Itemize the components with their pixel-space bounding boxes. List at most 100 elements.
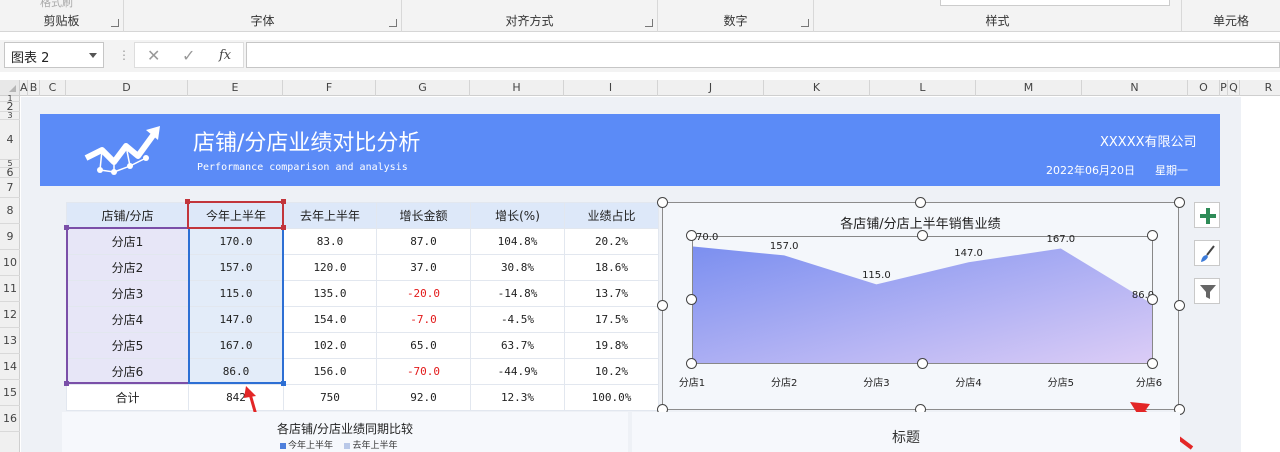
header-cell[interactable]: 增长(%) [470,202,565,229]
range-handle[interactable] [185,199,190,204]
header-cell[interactable]: 去年上半年 [283,202,377,229]
resize-handle[interactable] [657,300,668,311]
enter-icon[interactable]: ✓ [182,46,195,65]
row-header[interactable]: 8 [0,198,20,224]
column-header[interactable]: H [470,80,564,96]
plot-resize-handle[interactable] [1147,358,1158,369]
chart-elements-button[interactable] [1194,202,1220,228]
style-gallery[interactable] [940,0,1170,6]
column-header[interactable]: A [20,80,28,96]
column-header[interactable]: E [188,80,283,96]
x-axis-label[interactable]: 分店1 [679,374,705,389]
plot-resize-handle[interactable] [686,294,697,305]
last-cell[interactable]: 83.0 [283,228,377,255]
plot-resize-handle[interactable] [686,358,697,369]
x-axis-label[interactable]: 分店2 [771,374,797,389]
x-axis-label[interactable]: 分店5 [1048,374,1074,389]
share-cell[interactable]: 13.7% [564,280,659,307]
x-axis-label[interactable]: 分店3 [863,374,889,389]
growth-cell[interactable]: -7.0 [376,306,471,333]
total-growth-cell[interactable]: 92.0 [376,384,471,411]
store-cell[interactable]: 分店3 [66,280,189,307]
row-header[interactable]: 3 [0,112,20,120]
current-cell[interactable]: 167.0 [188,332,284,359]
column-header[interactable]: K [764,80,870,96]
plot-resize-handle[interactable] [917,358,928,369]
share-cell[interactable]: 20.2% [564,228,659,255]
insert-function-icon[interactable]: fx [219,48,231,63]
formula-input[interactable] [246,42,1280,68]
store-cell[interactable]: 分店5 [66,332,189,359]
total-last-cell[interactable]: 750 [283,384,377,411]
last-cell[interactable]: 154.0 [283,306,377,333]
row-header[interactable]: 6 [0,167,20,178]
plot-area[interactable] [692,236,1153,364]
column-header[interactable]: G [376,80,470,96]
last-cell[interactable]: 120.0 [283,254,377,281]
column-header[interactable]: J [658,80,764,96]
resize-handle[interactable] [657,197,668,208]
current-cell[interactable]: 115.0 [188,280,284,307]
row-header[interactable]: 14 [0,354,20,380]
dialog-launcher-icon[interactable] [111,19,119,27]
header-cell[interactable]: 店铺/分店 [66,202,189,229]
store-cell[interactable]: 分店6 [66,358,189,385]
row-header[interactable]: 15 [0,380,20,406]
growth-pct-cell[interactable]: 104.8% [470,228,565,255]
chevron-down-icon[interactable] [89,53,97,58]
column-header[interactable]: N [1082,80,1188,96]
column-header[interactable]: M [976,80,1082,96]
last-cell[interactable]: 156.0 [283,358,377,385]
resize-handle[interactable] [915,197,926,208]
row-header[interactable]: 12 [0,302,20,328]
row-header[interactable]: 4 [0,120,20,160]
growth-cell[interactable]: 65.0 [376,332,471,359]
growth-pct-cell[interactable]: 30.8% [470,254,565,281]
column-header[interactable]: I [564,80,658,96]
store-cell[interactable]: 分店2 [66,254,189,281]
row-header[interactable]: 11 [0,276,20,302]
share-cell[interactable]: 18.6% [564,254,659,281]
share-cell[interactable]: 17.5% [564,306,659,333]
header-cell[interactable]: 业绩占比 [564,202,659,229]
total-growth-pct-cell[interactable]: 12.3% [470,384,565,411]
plot-resize-handle[interactable] [1147,294,1158,305]
data-label[interactable]: 167.0 [1046,234,1075,245]
last-cell[interactable]: 135.0 [283,280,377,307]
range-handle[interactable] [281,381,286,386]
row-header[interactable]: 9 [0,224,20,250]
growth-cell[interactable]: -20.0 [376,280,471,307]
column-header[interactable]: C [40,80,66,96]
resize-handle[interactable] [1174,197,1185,208]
range-handle[interactable] [281,199,286,204]
column-header[interactable]: B [28,80,40,96]
column-header[interactable]: R [1240,80,1280,96]
column-header[interactable]: Q [1228,80,1240,96]
drag-handle-icon[interactable]: ⋮ [118,48,130,62]
current-cell[interactable]: 147.0 [188,306,284,333]
range-handle[interactable] [64,225,69,230]
cancel-icon[interactable]: ✕ [147,46,160,65]
header-cell[interactable]: 今年上半年 [188,202,284,229]
growth-cell[interactable]: 87.0 [376,228,471,255]
data-label[interactable]: 157.0 [770,241,799,252]
row-header[interactable]: 13 [0,328,20,354]
plot-resize-handle[interactable] [686,230,697,241]
growth-pct-cell[interactable]: -14.8% [470,280,565,307]
row-header[interactable]: 16 [0,406,20,432]
growth-cell[interactable]: -70.0 [376,358,471,385]
share-cell[interactable]: 10.2% [564,358,659,385]
row-header[interactable]: 7 [0,178,20,198]
growth-pct-cell[interactable]: -4.5% [470,306,565,333]
data-label[interactable]: 115.0 [862,270,891,281]
header-cell[interactable]: 增长金额 [376,202,471,229]
column-header[interactable]: L [870,80,976,96]
chart-styles-button[interactable] [1194,240,1220,266]
column-header[interactable]: D [66,80,188,96]
dialog-launcher-icon[interactable] [389,19,397,27]
dialog-launcher-icon[interactable] [801,19,809,27]
column-header[interactable]: F [283,80,376,96]
dialog-launcher-icon[interactable] [645,19,653,27]
current-cell[interactable]: 86.0 [188,358,284,385]
growth-pct-cell[interactable]: -44.9% [470,358,565,385]
